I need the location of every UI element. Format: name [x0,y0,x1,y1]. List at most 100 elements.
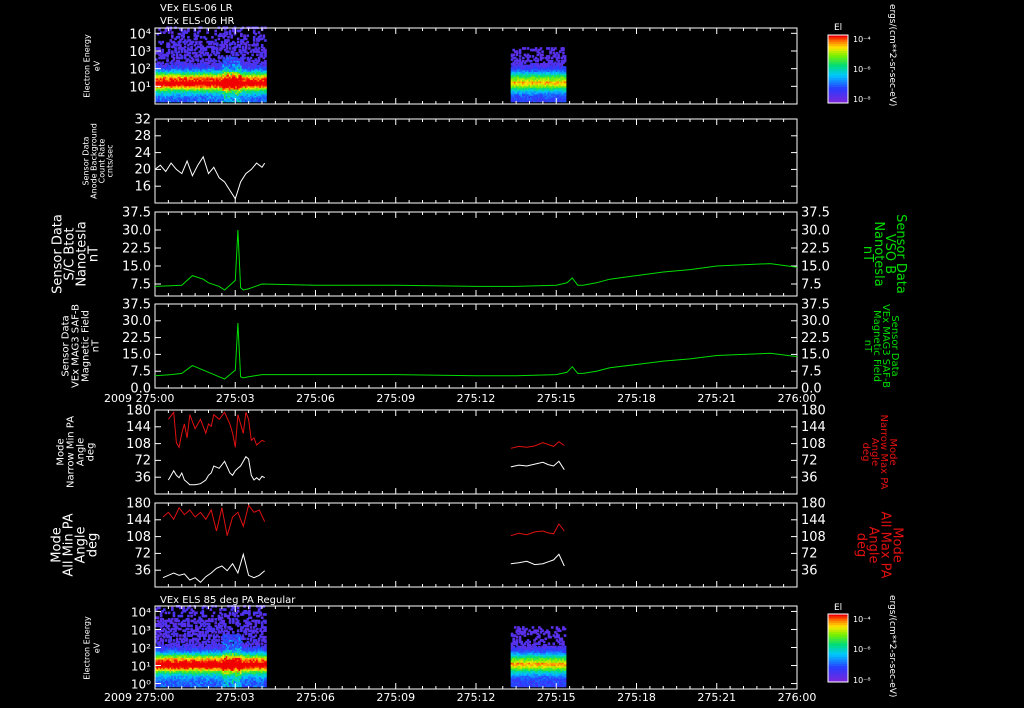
panel-anode-ylabel-line-4: cnts/sec [106,145,115,178]
spectrogram-2-cell [179,627,182,631]
panel-all-pa-ylabel-line-4: deg [85,533,100,558]
spectrogram-1-cell [528,55,532,58]
colorbar1-tick-2: 10⁻⁶ [853,65,871,74]
spectrogram-1-cell [211,36,214,39]
spectrogram-2-cell [195,624,198,628]
time-label-top: 275:21 [697,392,736,405]
panel-mag-ytick-label: 15.0 [122,348,151,363]
panel-narrow-pa-ytick-label-right: 36 [801,471,818,486]
figure: VEx ELS-06 LR VEx ELS-06 HR VEx ELS 85 d… [0,0,1024,708]
panel-narrow-pa-ytick-label-right: 72 [801,454,818,469]
spectrogram-2-cell [169,635,173,639]
spectrogram-1-cell [225,43,229,47]
panel-mag-ytick-label: 37.5 [122,297,151,312]
spectrogram-2-cell [174,622,177,626]
spectrogram-1-cell [563,66,567,69]
spectrogram-1-cell [246,51,250,55]
title-line-1: VEx ELS-06 LR [160,3,233,14]
panel-narrow-pa-ylabel-line-4: deg [85,443,96,462]
spectrogram-1-cell [236,40,240,44]
spectrogram-1-cell [179,43,182,47]
colorbar2-tick-3: 10⁻⁸ [853,676,871,685]
spectrogram-1-cell [256,42,259,45]
spectrogram-1-cell [547,47,551,50]
spectrogram-1-cell [243,53,246,57]
panel-energy-1-ytick-label: 10³ [129,45,151,60]
spectrogram-1-cell [541,50,544,53]
time-label-top: 275:09 [376,392,415,405]
spectrogram-1-cell [515,50,519,53]
panel-energy-1-ylabel-line-1: Electron Energy [83,34,92,98]
spectrogram-1-cell [204,37,208,41]
spectrogram-2-cell [167,624,171,628]
panel-all-pa-ytick-label: 144 [126,513,151,528]
panel-btot-ylabel-line-4: nT [86,246,101,262]
spectrogram-1-cell [167,48,171,52]
spectrogram-1-cell [171,34,174,38]
spectrogram-1-cell [244,37,248,41]
spectrogram-1-cell [541,53,544,57]
panel7-title: VEx ELS 85 deg PA Regular [160,595,296,606]
spectrogram-2-cell [193,618,197,621]
spectrogram-1-cell [241,45,245,49]
spectrogram-2-cell [183,632,187,636]
panel-energy-1-ytick-label: 10¹ [129,80,151,95]
spectrogram-1-cell [214,32,217,36]
panel-btot-ytick-label-right: 37.5 [801,205,830,220]
panel-anode-ytick-label: 16 [134,180,151,195]
spectrogram-1-cell [264,48,267,52]
colorbar2-tick-2: 10⁻⁶ [853,645,871,654]
spectrogram-1-cell [195,40,198,44]
panel-mag-ytick-label-right: 37.5 [801,297,830,312]
spectrogram-1-cell [199,55,203,58]
spectrogram-1-cell [161,48,165,52]
panel-mag-ytick-label-right: 30.0 [801,314,830,329]
panel-narrow-pa-ytick-label: 72 [134,454,151,469]
panel-all-pa-ytick-label-right: 144 [801,513,826,528]
spectrogram-1-cell [251,53,254,57]
spectrogram-2-cell [177,640,181,644]
panel-mag-ytick-label: 22.5 [122,331,151,346]
spectrogram-1-cell [214,59,217,63]
panel-btot-ytick-label: 15.0 [122,259,151,274]
spectrogram-1-cell [196,34,200,38]
spectrogram-2-cell [190,624,193,628]
spectrogram-1-cell [191,58,195,61]
spectrogram-1-cell [196,58,200,61]
spectrogram-1-cell [243,34,246,38]
spectrogram-1-cell [562,51,565,55]
spectrogram-1-cell [217,37,221,41]
spectrogram-2-cell [171,618,174,621]
spectrogram-1-cell [217,51,221,55]
colorbar1-tick-3: 10⁻⁸ [853,95,871,104]
spectrogram-2-cell [161,639,165,642]
spectrogram-2-cell [171,606,174,610]
panel-narrow-pa-ytick-label-right: 180 [801,403,826,418]
spectrogram-1-cell [262,34,266,38]
panel-mag-ytick-label-right: 15.0 [801,348,830,363]
spectrogram-2-cell [195,611,198,615]
panel-btot-ytick-label-right: 15.0 [801,259,830,274]
time-label-top: 275:18 [617,392,656,405]
spectrogram-1-cell [248,43,251,47]
panel-anode-ytick-label: 32 [134,112,151,127]
spectrogram-1-cell [188,51,192,55]
panel-mag-ylabel-line-4: nT [90,339,101,352]
panel-all-pa-ytick-label: 108 [126,530,151,545]
panel-narrow-pa-ytick-label: 144 [126,420,151,435]
spectrogram-1-cell [252,36,256,39]
spectrogram-2-cell [190,614,193,618]
spectrogram-2-cell [187,614,190,618]
spectrogram-1-cell [236,37,240,41]
spectrogram-2-cell [172,639,176,642]
spectrogram-1-cell [264,39,267,42]
spectrogram-2-cell [164,639,168,642]
panel-all-pa-ytick-label: 36 [134,564,151,579]
spectrogram-1-cell [518,55,522,58]
spectrogram-2-cell [183,622,187,626]
spectrogram-1-cell [171,31,174,34]
spectrogram-1-cell [190,45,193,49]
spectrogram-1-cell [228,29,232,33]
spectrogram-2-cell [175,637,179,641]
spectrogram-1-cell [236,53,240,57]
